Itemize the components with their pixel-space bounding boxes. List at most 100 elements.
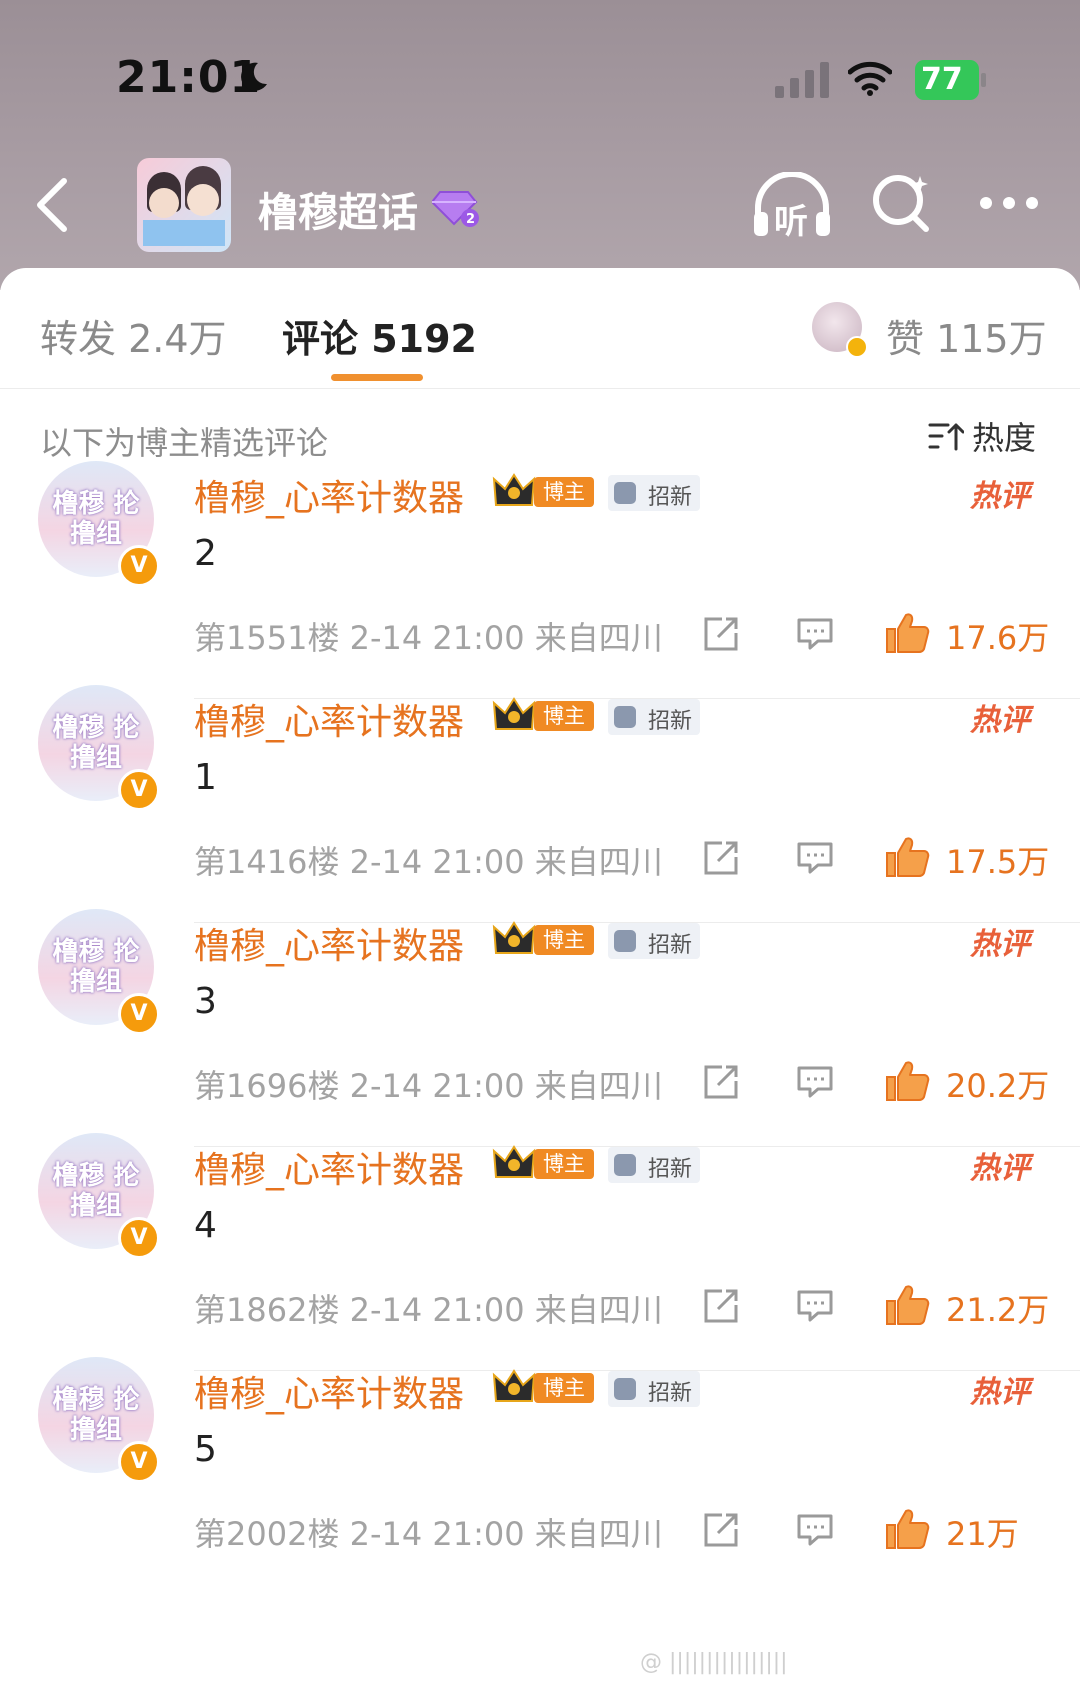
comment-item: 橹穆 抡撸组 V 橹穆_心率计数器 博主 招新 热评 2 第1551楼 2-14…	[0, 461, 1080, 704]
sort-icon	[928, 423, 964, 451]
reply-icon[interactable]	[796, 617, 834, 651]
commenter-name[interactable]: 橹穆_心率计数器	[194, 917, 464, 969]
comment-item: 橹穆 抡撸组 V 橹穆_心率计数器 博主 招新 热评 5 第2002楼 2-14…	[0, 1357, 1080, 1600]
recruit-badge[interactable]: 招新	[608, 1371, 700, 1407]
share-icon[interactable]	[702, 1511, 740, 1549]
recruit-label: 招新	[648, 933, 693, 958]
more-icon[interactable]	[978, 192, 1040, 214]
share-icon[interactable]	[702, 1287, 740, 1325]
thumbs-up-icon[interactable]	[884, 1059, 930, 1103]
like-count: 21.2万	[946, 1291, 1050, 1329]
verified-icon: V	[118, 1441, 160, 1483]
supertopic-avatar[interactable]	[137, 158, 231, 252]
tab-comment[interactable]: 评论 5192	[282, 308, 477, 363]
recruit-label: 招新	[648, 709, 693, 734]
battery-level: 77	[921, 62, 963, 97]
commenter-name[interactable]: 橹穆_心率计数器	[194, 469, 464, 521]
recruit-badge[interactable]: 招新	[608, 1147, 700, 1183]
sort-button[interactable]: 热度	[928, 416, 1037, 457]
tab-bar: 转发 2.4万 评论 5192 赞 115万	[0, 268, 1080, 389]
comment-meta: 第1416楼 2-14 21:00 来自四川	[194, 843, 663, 881]
share-icon[interactable]	[702, 839, 740, 877]
search-icon[interactable]	[872, 172, 932, 234]
watermark: @ ||||||||||||||||	[640, 1650, 788, 1675]
recruit-icon	[614, 482, 636, 504]
tab-active-indicator	[331, 374, 423, 381]
commenter-name[interactable]: 橹穆_心率计数器	[194, 1141, 464, 1193]
comment-text: 5	[194, 1429, 217, 1470]
verified-icon: V	[118, 1217, 160, 1259]
host-badge: 博主	[534, 925, 594, 955]
comment-meta: 第1696楼 2-14 21:00 来自四川	[194, 1067, 663, 1105]
reply-icon[interactable]	[796, 1513, 834, 1547]
verified-icon: V	[118, 769, 160, 811]
recruit-badge[interactable]: 招新	[608, 699, 700, 735]
comment-text: 4	[194, 1205, 217, 1246]
like-count: 21万	[946, 1515, 1019, 1553]
avatar-logo-text: 橹穆 抡撸组	[52, 1161, 140, 1221]
comment-item: 橹穆 抡撸组 V 橹穆_心率计数器 博主 招新 热评 4 第1862楼 2-14…	[0, 1133, 1080, 1376]
comment-text: 3	[194, 981, 217, 1022]
comment-item: 橹穆 抡撸组 V 橹穆_心率计数器 博主 招新 热评 3 第1696楼 2-14…	[0, 909, 1080, 1152]
verified-icon: V	[118, 993, 160, 1035]
tab-repost[interactable]: 转发 2.4万	[40, 308, 227, 363]
comment-meta: 第1551楼 2-14 21:00 来自四川	[194, 619, 663, 657]
battery-indicator: 77	[915, 60, 987, 100]
host-badge: 博主	[534, 701, 594, 731]
crown-icon	[492, 1145, 536, 1178]
crown-icon	[492, 1369, 536, 1402]
avatar-logo-text: 橹穆 抡撸组	[52, 1385, 140, 1445]
crown-icon	[492, 921, 536, 954]
thumbs-up-icon[interactable]	[884, 835, 930, 879]
hot-comment-tag: 热评	[970, 927, 1030, 962]
hot-comment-tag: 热评	[970, 479, 1030, 514]
avatar-logo-text: 橹穆 抡撸组	[52, 937, 140, 997]
comment-meta: 第2002楼 2-14 21:00 来自四川	[194, 1515, 663, 1553]
listen-label: 听	[774, 202, 808, 242]
hot-comment-tag: 热评	[970, 1151, 1030, 1186]
sort-label: 热度	[972, 419, 1037, 457]
moon-icon	[241, 62, 267, 91]
page-title: 橹穆超话	[258, 190, 418, 236]
hot-comment-tag: 热评	[970, 1375, 1030, 1410]
crown-icon	[492, 697, 536, 730]
comment-item: 橹穆 抡撸组 V 橹穆_心率计数器 博主 招新 热评 1 第1416楼 2-14…	[0, 685, 1080, 928]
gem-level-icon: 2	[432, 191, 479, 227]
thumbs-up-icon[interactable]	[884, 1507, 930, 1551]
thumbs-up-icon[interactable]	[884, 611, 930, 655]
reply-icon[interactable]	[796, 1065, 834, 1099]
verified-icon: V	[118, 545, 160, 587]
recruit-icon	[614, 1378, 636, 1400]
tab-likes[interactable]: 赞 115万	[886, 308, 1047, 363]
reply-icon[interactable]	[796, 841, 834, 875]
back-button[interactable]	[28, 175, 78, 235]
commenter-name[interactable]: 橹穆_心率计数器	[194, 1365, 464, 1417]
commenter-name[interactable]: 橹穆_心率计数器	[194, 693, 464, 745]
listen-button[interactable]: 听	[752, 171, 832, 242]
share-icon[interactable]	[702, 615, 740, 653]
signal-icon	[775, 62, 829, 98]
like-count: 17.5万	[946, 843, 1050, 881]
like-count: 20.2万	[946, 1067, 1050, 1105]
liker-badge-icon	[846, 336, 868, 358]
host-badge: 博主	[534, 477, 594, 507]
hot-comment-tag: 热评	[970, 703, 1030, 738]
comment-text: 2	[194, 533, 217, 574]
section-label: 以下为博主精选评论	[40, 424, 329, 462]
avatar-logo-text: 橹穆 抡撸组	[52, 489, 140, 549]
recruit-badge[interactable]: 招新	[608, 475, 700, 511]
avatar-logo-text: 橹穆 抡撸组	[52, 713, 140, 773]
host-badge: 博主	[534, 1149, 594, 1179]
reply-icon[interactable]	[796, 1289, 834, 1323]
comment-meta: 第1862楼 2-14 21:00 来自四川	[194, 1291, 663, 1329]
header-background: 21:01 77 橹穆超话 2 听	[0, 0, 1080, 290]
recruit-icon	[614, 706, 636, 728]
recruit-label: 招新	[648, 1157, 693, 1182]
share-icon[interactable]	[702, 1063, 740, 1101]
recruit-icon	[614, 1154, 636, 1176]
recruit-badge[interactable]: 招新	[608, 923, 700, 959]
wifi-icon	[848, 61, 892, 96]
thumbs-up-icon[interactable]	[884, 1283, 930, 1327]
crown-icon	[492, 473, 536, 506]
svg-text:2: 2	[466, 212, 475, 227]
